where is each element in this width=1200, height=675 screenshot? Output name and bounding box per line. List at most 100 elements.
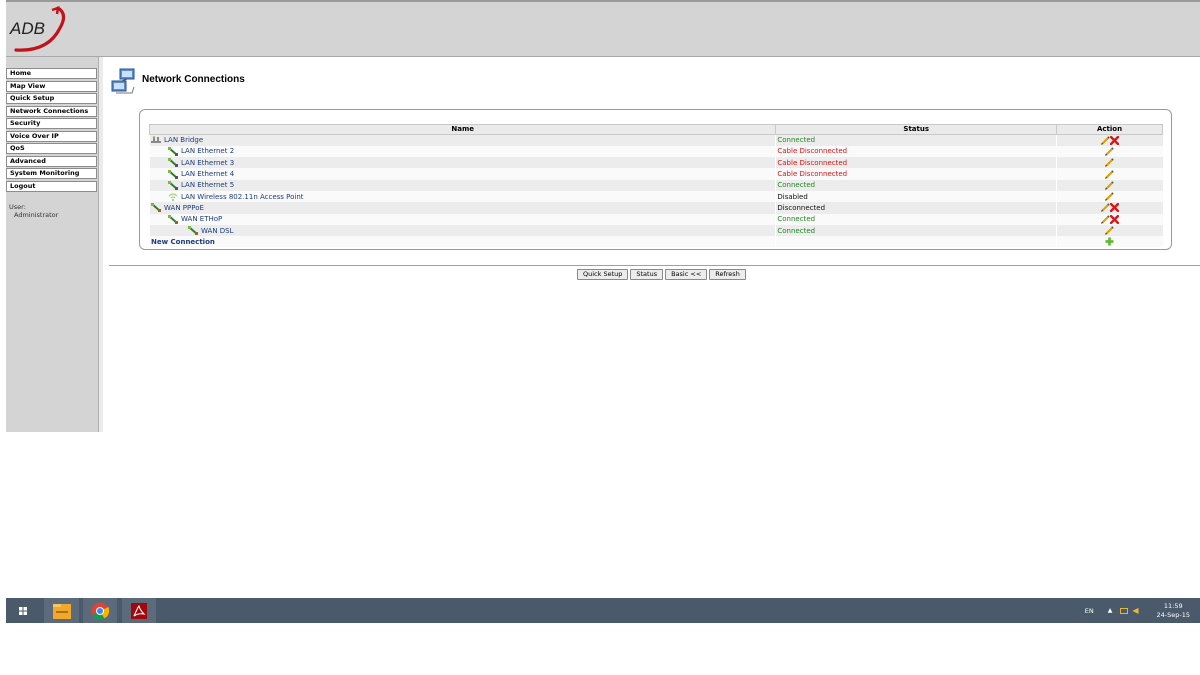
main-content: Network Connections Name Status Action L… bbox=[103, 57, 1200, 432]
connection-name-link[interactable]: LAN Ethernet 4 bbox=[181, 170, 234, 178]
delete-icon[interactable] bbox=[1109, 135, 1119, 145]
network-icon[interactable] bbox=[1120, 607, 1129, 614]
header-name: Name bbox=[148, 124, 777, 135]
sidebar: Home Map View Quick Setup Network Connec… bbox=[6, 57, 99, 432]
edit-icon[interactable] bbox=[1100, 203, 1110, 213]
sidebar-item-advanced[interactable]: Advanced bbox=[6, 155, 97, 167]
connection-status: Cable Disconnected bbox=[775, 145, 1057, 158]
connection-name-link[interactable]: LAN Wireless 802.11n Access Point bbox=[181, 193, 304, 201]
connection-status: Disabled bbox=[775, 190, 1057, 203]
user-label: User: bbox=[9, 202, 26, 211]
connection-status: Cable Disconnected bbox=[775, 157, 1057, 169]
header-status: Status bbox=[775, 124, 1058, 135]
connection-actions bbox=[1056, 145, 1163, 158]
new-connection-link[interactable]: New Connection bbox=[151, 238, 215, 246]
status-button[interactable]: Status bbox=[630, 269, 664, 280]
chevron-up-icon[interactable]: ▲ bbox=[1108, 607, 1113, 614]
ethernet-icon bbox=[168, 169, 178, 179]
connection-name-link[interactable]: WAN PPPoE bbox=[164, 204, 204, 212]
edit-icon[interactable] bbox=[1105, 192, 1115, 201]
user-info: User: Administrator bbox=[6, 203, 98, 219]
connection-name-link[interactable]: LAN Ethernet 3 bbox=[181, 159, 234, 167]
volume-icon[interactable]: ◀ bbox=[1132, 606, 1138, 615]
sidebar-item-map-view[interactable]: Map View bbox=[6, 80, 97, 92]
ethernet-icon bbox=[168, 146, 178, 156]
connection-status: Connected bbox=[775, 213, 1057, 225]
button-bar: Quick Setup Status Basic << Refresh bbox=[577, 269, 746, 280]
edit-icon[interactable] bbox=[1105, 181, 1115, 190]
acrobat-icon[interactable] bbox=[122, 598, 156, 623]
new-connection-action bbox=[1056, 236, 1163, 248]
connection-name-cell: WAN PPPoE bbox=[148, 202, 776, 214]
table-header-row: Name Status Action bbox=[148, 124, 1163, 135]
sidebar-item-qos[interactable]: QoS bbox=[6, 143, 97, 154]
connection-name-link[interactable]: WAN DSL bbox=[201, 227, 234, 235]
sidebar-item-system-monitoring[interactable]: System Monitoring bbox=[6, 168, 97, 179]
language-indicator[interactable]: EN bbox=[1085, 607, 1094, 615]
quick-setup-button[interactable]: Quick Setup bbox=[577, 269, 629, 280]
start-icon[interactable] bbox=[6, 598, 40, 623]
connection-name-cell: LAN Wireless 802.11n Access Point bbox=[148, 190, 776, 203]
logo-text: ADB bbox=[9, 19, 45, 38]
sidebar-item-voice-over-ip[interactable]: Voice Over IP bbox=[6, 130, 97, 142]
connection-actions bbox=[1056, 190, 1163, 203]
delete-icon[interactable] bbox=[1109, 214, 1119, 224]
connection-status: Disconnected bbox=[775, 202, 1057, 214]
user-name: Administrator bbox=[14, 210, 59, 219]
header-bar: ADB bbox=[6, 0, 1200, 57]
edit-icon[interactable] bbox=[1105, 147, 1115, 156]
network-connections-icon bbox=[111, 68, 135, 94]
connection-name-link[interactable]: WAN ETHoP bbox=[181, 215, 222, 223]
connection-actions bbox=[1056, 224, 1163, 237]
connection-name-link[interactable]: LAN Ethernet 5 bbox=[181, 181, 234, 189]
delete-icon[interactable] bbox=[1109, 203, 1119, 213]
sidebar-item-network-connections[interactable]: Network Connections bbox=[6, 105, 97, 117]
connections-table: Name Status Action LAN Bridge Connected LA… bbox=[148, 124, 1163, 248]
add-icon[interactable] bbox=[1105, 237, 1114, 246]
ethernet-icon bbox=[168, 180, 178, 190]
table-row: LAN Ethernet 4 Cable Disconnected bbox=[148, 168, 1163, 180]
table-row: LAN Ethernet 5 Connected bbox=[148, 179, 1163, 191]
connection-name-cell: LAN Bridge bbox=[148, 134, 776, 146]
taskbar: EN ▲ ◀ 11:59 24-Sep-15 bbox=[6, 598, 1200, 623]
connection-actions bbox=[1056, 134, 1163, 146]
edit-icon[interactable] bbox=[1100, 136, 1110, 145]
table-row: WAN ETHoP Connected bbox=[148, 213, 1163, 225]
system-tray: EN ▲ ◀ 11:59 24-Sep-15 bbox=[1085, 598, 1190, 623]
connection-name-cell: LAN Ethernet 5 bbox=[148, 179, 776, 191]
edit-icon[interactable] bbox=[1105, 158, 1115, 168]
connection-name-cell: WAN ETHoP bbox=[148, 213, 776, 225]
sidebar-item-home[interactable]: Home bbox=[6, 68, 97, 79]
wan-icon bbox=[188, 226, 198, 236]
wan-icon bbox=[151, 203, 161, 213]
connection-status: Connected bbox=[775, 224, 1057, 237]
connection-name-cell: LAN Ethernet 3 bbox=[148, 157, 776, 169]
edit-icon[interactable] bbox=[1105, 169, 1115, 179]
empty-status-cell bbox=[775, 236, 1057, 248]
separator bbox=[109, 265, 1200, 266]
refresh-button[interactable]: Refresh bbox=[709, 269, 746, 280]
connection-actions bbox=[1056, 179, 1163, 191]
connection-status: Connected bbox=[775, 179, 1057, 191]
connection-name-link[interactable]: LAN Bridge bbox=[164, 136, 203, 144]
chrome-icon[interactable] bbox=[83, 598, 117, 623]
table-row: LAN Wireless 802.11n Access Point Disable… bbox=[148, 190, 1163, 203]
basic-button[interactable]: Basic << bbox=[665, 269, 708, 280]
table-row: WAN PPPoE Disconnected bbox=[148, 202, 1163, 214]
edit-icon[interactable] bbox=[1100, 215, 1110, 224]
wireless-icon bbox=[168, 193, 178, 202]
sidebar-item-security[interactable]: Security bbox=[6, 118, 97, 129]
header-action: Action bbox=[1056, 124, 1163, 135]
clock-time: 11:59 bbox=[1163, 601, 1183, 610]
connection-name-cell: LAN Ethernet 2 bbox=[148, 145, 776, 158]
connection-actions bbox=[1056, 168, 1163, 180]
file-explorer-icon[interactable] bbox=[44, 598, 79, 623]
page-title: Network Connections bbox=[142, 74, 245, 85]
edit-icon[interactable] bbox=[1105, 226, 1115, 235]
clock[interactable]: 11:59 24-Sep-15 bbox=[1157, 602, 1190, 620]
connection-status: Cable Disconnected bbox=[775, 168, 1057, 180]
connection-name-link[interactable]: LAN Ethernet 2 bbox=[181, 147, 234, 155]
ethernet-icon bbox=[168, 158, 178, 168]
sidebar-item-logout[interactable]: Logout bbox=[6, 180, 97, 192]
sidebar-item-quick-setup[interactable]: Quick Setup bbox=[6, 93, 97, 104]
